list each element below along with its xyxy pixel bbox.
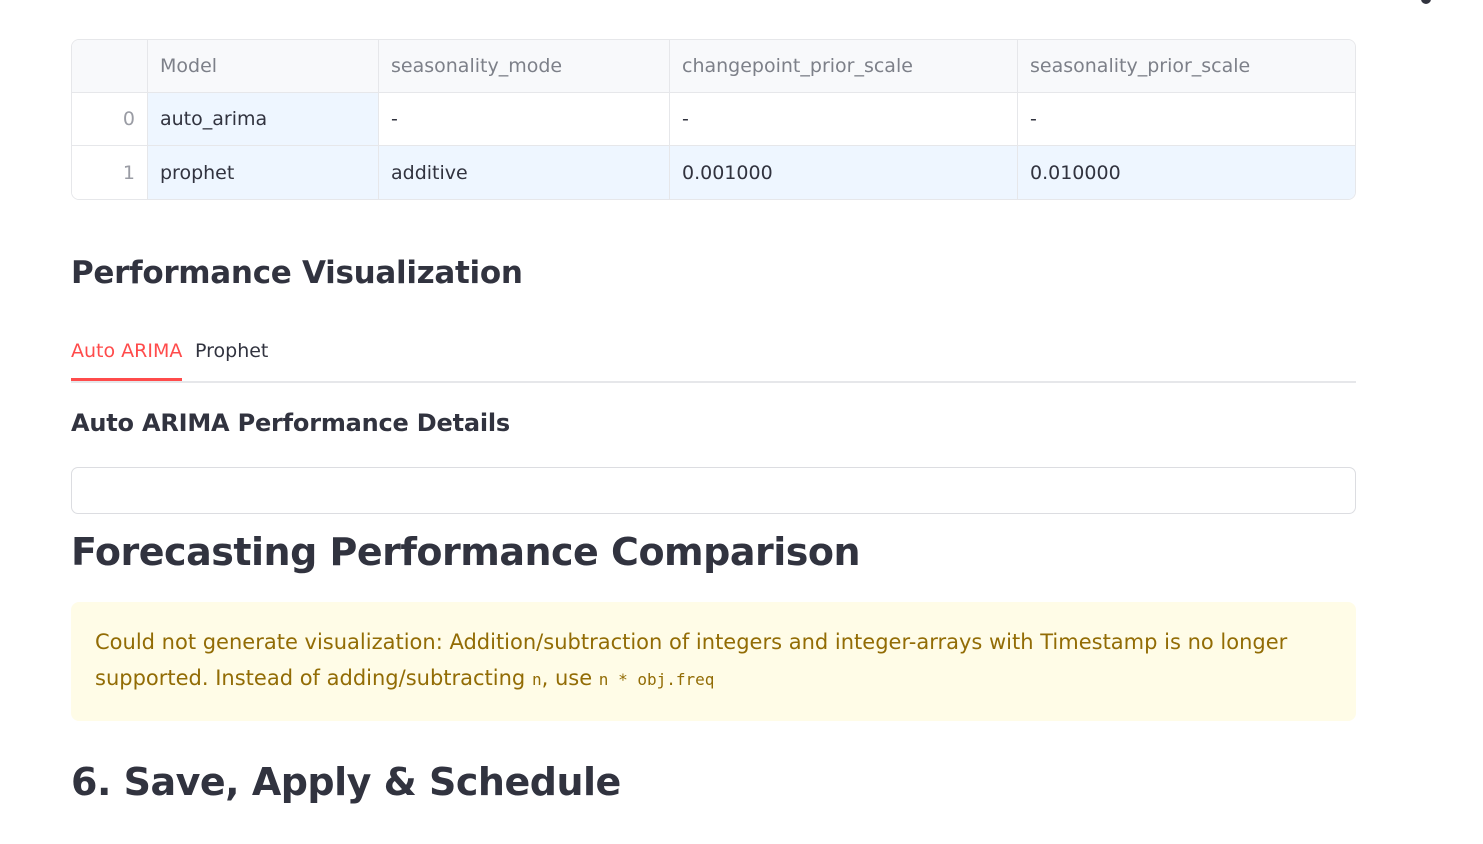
table-row: 1 prophet additive 0.001000 0.010000: [72, 146, 1355, 199]
warning-text-part-2: , use: [541, 666, 599, 690]
save-apply-schedule-heading: 6. Save, Apply & Schedule: [71, 760, 621, 804]
table-cell-changepoint-prior-scale[interactable]: -: [670, 93, 1018, 145]
warning-code-freq: n * obj.freq: [598, 670, 715, 689]
table-row-index: 0: [72, 93, 148, 145]
table-header-model[interactable]: Model: [148, 40, 379, 92]
table-row: 0 auto_arima - - -: [72, 93, 1355, 146]
table-header-row: Model seasonality_mode changepoint_prior…: [72, 40, 1355, 93]
warning-code-n: n: [531, 670, 542, 689]
visualization-warning-alert: Could not generate visualization: Additi…: [71, 602, 1356, 721]
forecast-comparison-heading: Forecasting Performance Comparison: [71, 530, 861, 574]
empty-details-container: [71, 467, 1356, 514]
auto-arima-details-heading: Auto ARIMA Performance Details: [71, 409, 510, 437]
tab-auto-arima[interactable]: Auto ARIMA: [71, 340, 183, 381]
table-cell-seasonality-prior-scale[interactable]: 0.010000: [1018, 146, 1355, 199]
table-cell-seasonality-prior-scale[interactable]: -: [1018, 93, 1355, 145]
table-header-changepoint-prior-scale[interactable]: changepoint_prior_scale: [670, 40, 1018, 92]
table-cell-model[interactable]: prophet: [148, 146, 379, 199]
model-tabs: Auto ARIMA Prophet: [71, 332, 1356, 383]
table-header-index: [72, 40, 148, 92]
table-header-seasonality-mode[interactable]: seasonality_mode: [379, 40, 670, 92]
menu-dot-icon[interactable]: [1421, 0, 1431, 4]
table-row-index: 1: [72, 146, 148, 199]
page: Model seasonality_mode changepoint_prior…: [0, 0, 1483, 844]
table-header-seasonality-prior-scale[interactable]: seasonality_prior_scale: [1018, 40, 1355, 92]
hyperparameter-table[interactable]: Model seasonality_mode changepoint_prior…: [71, 39, 1356, 200]
performance-visualization-heading: Performance Visualization: [71, 255, 523, 291]
tab-prophet[interactable]: Prophet: [195, 340, 268, 362]
table-cell-model[interactable]: auto_arima: [148, 93, 379, 145]
table-cell-changepoint-prior-scale[interactable]: 0.001000: [670, 146, 1018, 199]
table-cell-seasonality-mode[interactable]: additive: [379, 146, 670, 199]
table-cell-seasonality-mode[interactable]: -: [379, 93, 670, 145]
